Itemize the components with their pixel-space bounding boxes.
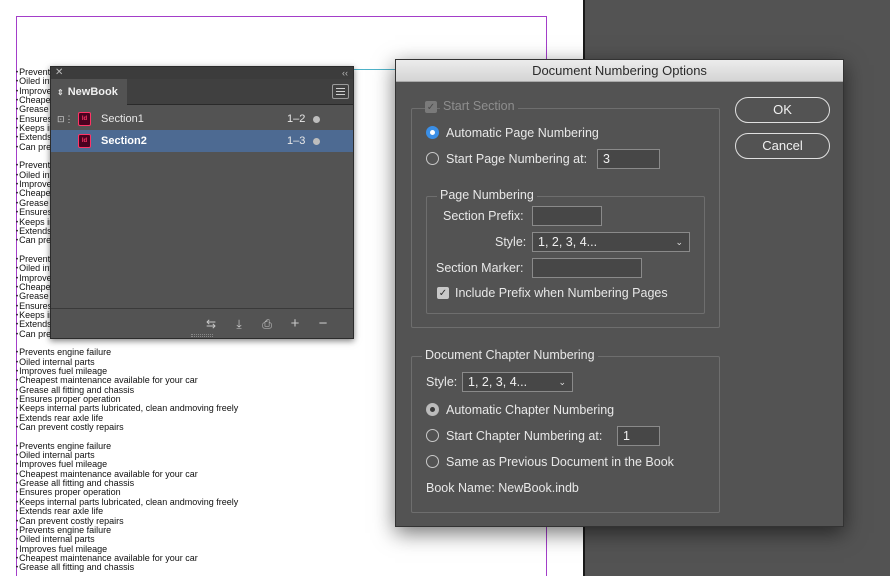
panel-title-bar[interactable]: ✕ ‹‹ [51,67,353,79]
panel-tab-bar: ⇕ NewBook [51,79,353,105]
section-marker-field[interactable] [532,258,642,278]
start-chapter-field[interactable]: 1 [617,426,660,446]
start-chapter-numbering-radio[interactable] [426,429,439,442]
automatic-chapter-numbering-label: Automatic Chapter Numbering [446,403,615,417]
document-numbering-dialog: Document Numbering Options OK Cancel ✓ S… [395,59,844,527]
start-chapter-numbering-label: Start Chapter Numbering at: [446,429,603,443]
chapter-style-label: Style: [426,375,458,389]
margin-guide-top [16,16,547,17]
panel-menu-icon[interactable] [332,84,349,99]
indesign-doc-icon: Id [78,134,91,148]
chevron-down-icon: ⌄ [675,237,683,247]
page-range: 1–3 [287,135,306,147]
collapse-icon[interactable]: ‹‹ [342,67,348,79]
status-dot-icon [313,116,320,123]
book-row-section2[interactable]: Id Section2 1–3 [51,130,353,152]
page-style-select[interactable]: 1, 2, 3, 4... ⌄ [532,232,690,252]
automatic-chapter-numbering-radio[interactable] [426,403,439,416]
close-icon[interactable]: ✕ [55,67,63,79]
start-page-numbering-label: Start Page Numbering at: [446,152,588,166]
page-numbering-label: Page Numbering [437,188,537,202]
resize-grip[interactable] [191,334,213,337]
document-name: Section1 [101,113,144,125]
include-prefix-label: Include Prefix when Numbering Pages [455,286,668,300]
automatic-page-numbering-label: Automatic Page Numbering [446,126,599,140]
chapter-style-select[interactable]: 1, 2, 3, 4... ⌄ [462,372,573,392]
cancel-button[interactable]: Cancel [735,133,830,159]
add-document-icon[interactable]: + [287,316,303,331]
chapter-style-value: 1, 2, 3, 4... [468,375,528,389]
panel-toolbar: ⇆ ⤓ ⎙ + − [51,308,353,338]
status-dot-icon [313,138,320,145]
chapter-numbering-label: Document Chapter Numbering [422,348,598,362]
synchronize-icon[interactable]: ⇆ [203,317,219,331]
same-as-previous-radio[interactable] [426,455,439,468]
book-row-section1[interactable]: ⊡⋮ Id Section1 1–2 [51,108,353,130]
start-section-label: Start Section [440,99,518,113]
start-section-checkbox[interactable]: ✓ [425,101,437,113]
book-panel[interactable]: ✕ ‹‹ ⇕ NewBook ⊡⋮ Id Section1 1–2 Id Sect… [50,66,354,339]
page-style-label: Style: [495,235,527,249]
start-page-field[interactable]: 3 [597,149,660,169]
style-source-icon[interactable]: ⊡⋮ [57,113,74,125]
tab-label: NewBook [67,86,118,98]
document-name: Section2 [101,135,147,147]
updown-arrows-icon: ⇕ [57,88,64,97]
section-prefix-field[interactable] [532,206,602,226]
page-bullet-line: Can prevent costly repairs [16,422,396,432]
ok-button[interactable]: OK [735,97,830,123]
page-range: 1–2 [287,113,306,125]
section-prefix-label: Section Prefix: [443,209,524,223]
same-as-previous-label: Same as Previous Document in the Book [446,455,674,469]
tab-newbook[interactable]: ⇕ NewBook [51,79,127,105]
page-style-value: 1, 2, 3, 4... [538,235,598,249]
save-book-icon[interactable]: ⤓ [231,317,247,331]
indesign-doc-icon: Id [78,112,91,126]
chevron-down-icon: ⌄ [558,377,566,387]
remove-document-icon[interactable]: − [315,316,331,331]
section-marker-label: Section Marker: [436,261,524,275]
print-book-icon[interactable]: ⎙ [259,317,275,331]
dialog-title: Document Numbering Options [396,60,843,82]
page-bullet-line: Grease all fitting and chassis [16,562,396,572]
start-page-numbering-radio[interactable] [426,152,439,165]
include-prefix-checkbox[interactable]: ✓ [437,287,449,299]
book-name-label: Book Name: NewBook.indb [426,481,579,495]
automatic-page-numbering-radio[interactable] [426,126,439,139]
